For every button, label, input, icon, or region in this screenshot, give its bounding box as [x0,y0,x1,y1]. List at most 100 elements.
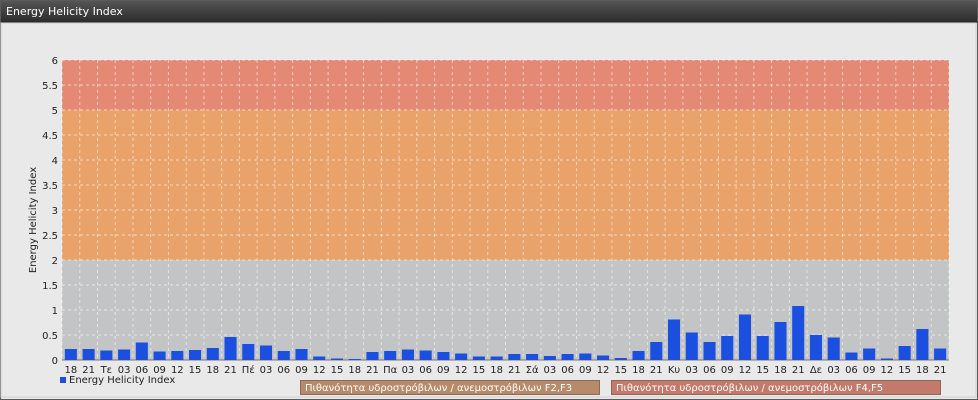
y-tick-label: 5 [52,106,58,117]
bar [206,348,219,360]
y-tick-label: 4 [52,156,58,167]
legend-f4f5[interactable]: Πιθανότητα υδροστρόβιλων / ανεμοστρόβιλω… [611,380,941,395]
bar [135,342,148,360]
bar [189,350,202,360]
bar [401,349,414,360]
y-tick-label: 6 [52,56,58,67]
bar [756,336,769,360]
bar [561,354,574,360]
x-tick-label: 09 [295,365,308,376]
bar [100,350,113,360]
bar [171,351,184,360]
legend-f2f3[interactable]: Πιθανότητα υδροστρόβιλων / ανεμοστρόβιλω… [300,380,600,395]
bar [242,344,255,360]
y-tick-label: 3.5 [42,181,58,192]
y-tick-label: 2.5 [42,231,58,242]
bar [614,358,627,360]
x-tick-label: 15 [331,365,344,376]
bar [330,358,344,360]
x-tick-label: 21 [366,365,379,376]
bar [82,349,95,360]
x-tick-label: 18 [774,365,787,376]
y-tick-label: 0.5 [42,331,58,342]
ehi-chart: 0 0.5 1 1.5 2 2.5 3 3.5 4 4.5 5 5.5 6 Energy Helicity… [0,22,977,398]
x-tick-label: 15 [756,365,769,376]
x-tick-label: Δε [810,365,822,376]
bar [64,349,77,360]
x-tick-label: 06 [703,365,716,376]
y-tick-label: 3 [52,206,58,217]
x-tick-label: 12 [455,365,468,376]
bar [597,355,610,360]
x-tick-label: Πα [383,365,398,376]
x-tick-label: 21 [934,365,947,376]
bar [934,348,947,360]
bar [277,351,290,360]
bar [118,349,131,360]
y-tick-label: 5.5 [42,81,58,92]
bar [224,337,237,360]
x-tick-label: 06 [277,365,290,376]
x-tick-label: 09 [437,365,450,376]
x-tick-label: 03 [260,365,273,376]
bar [809,335,822,360]
x-tick-label: Σά [526,364,539,376]
bar [437,352,450,360]
x-tick-label: 18 [490,365,503,376]
x-tick-label: 15 [898,365,911,376]
bar [827,337,840,360]
y-tick-label: 1.5 [42,281,58,292]
bar [792,306,805,360]
x-tick-label: 09 [579,365,592,376]
bar [313,356,326,360]
y-tick-label: 0 [52,356,58,367]
bar [721,336,734,360]
x-tick-label: 12 [597,365,610,376]
x-tick-label: 03 [685,365,698,376]
x-tick-label: 06 [419,365,432,376]
bar [295,349,308,360]
x-tick-label: 15 [473,365,486,376]
x-tick-label: 15 [189,365,202,376]
bar [845,352,858,360]
y-tick-label: 1 [52,306,58,317]
x-tick-label: 12 [881,365,894,376]
bar [348,359,361,360]
x-tick-label: 15 [614,365,627,376]
bar [543,356,556,360]
x-tick-label: Κυ [668,365,681,376]
bar [508,354,521,360]
legend-series-label: Energy Helicity Index [69,375,176,386]
x-tick-label: 03 [543,365,556,376]
y-tick-label: 2 [52,256,58,267]
x-tick-label: 06 [845,365,858,376]
bar [579,353,592,360]
bar [366,352,379,360]
x-tick-label: 06 [561,365,574,376]
bar [774,322,787,360]
legend-series-ehi[interactable]: Energy Helicity Index [60,375,175,387]
x-tick-label: 21 [224,365,237,376]
bar [455,353,468,360]
bar [916,329,929,360]
x-tick-label: 18 [348,365,361,376]
x-tick-label: 18 [632,365,645,376]
bar [153,351,166,360]
x-tick-label: 03 [827,365,840,376]
bar [650,342,663,360]
bar [667,319,681,360]
bar [898,346,911,360]
x-tick-label: 12 [313,365,326,376]
y-tick-label: 4.5 [42,131,58,142]
x-tick-label: 12 [739,365,752,376]
x-tick-label: 09 [863,365,876,376]
x-tick-label: 03 [402,365,415,376]
x-tick-label: 21 [792,365,805,376]
x-tick-label: Πέ [242,364,255,376]
bar [259,345,273,360]
bar [384,351,397,360]
bar [526,354,539,360]
bar [632,351,645,360]
bar [703,342,716,360]
bar [490,356,503,360]
